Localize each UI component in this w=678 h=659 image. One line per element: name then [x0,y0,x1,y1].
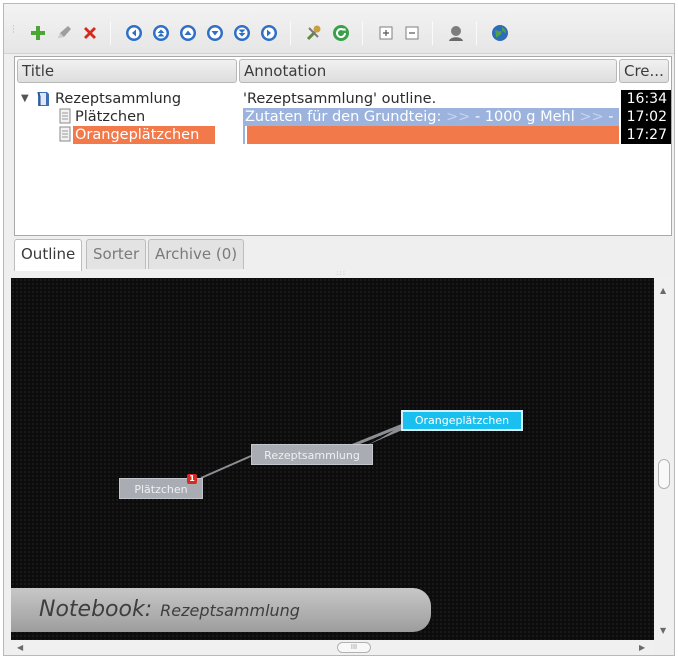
notebook-name: Rezeptsammlung [160,601,300,620]
tree-annotation: Zutaten für den Grundteig: >> - 1000 g M… [243,108,619,126]
annotation-cursor [243,126,245,144]
move-down-last-icon[interactable] [230,21,254,45]
notification-badge: 1 [187,474,197,484]
outline-tree[interactable]: Title Annotation Cre... ▼ Rezeptsammlung… [14,56,672,236]
tree-annotation: 'Rezeptsammlung' outline. [243,91,437,107]
annotation-text: - 1000 g Mehl [474,109,575,125]
scroll-right-arrow-icon[interactable]: ▶ [639,643,645,652]
tree-annotation[interactable] [247,126,619,144]
vertical-scroll-thumb[interactable] [658,459,670,489]
toolbar-separator [362,21,363,45]
tree-created: 17:02 [621,108,671,126]
annotation-text: Zutaten für den Grundteig: [245,109,442,125]
toolbar-separator [476,21,477,45]
delete-icon[interactable] [78,21,102,45]
horizontal-scroll-thumb[interactable]: III [337,642,371,653]
scroll-down-arrow-icon[interactable]: ▼ [660,626,666,635]
tree-title: Rezeptsammlung [55,91,182,107]
move-right-icon[interactable] [257,21,281,45]
app-window: · · · Title Annotation Cre... ▼ Rezeptsa… [3,3,675,656]
expand-icon[interactable] [374,21,398,45]
globe-icon[interactable] [488,21,512,45]
mindmap-node-orangeplaetzchen[interactable]: Orangeplätzchen [401,410,523,431]
move-up-first-icon[interactable] [149,21,173,45]
notebook-label: Notebook: [39,597,153,622]
tree-created: 17:27 [621,126,671,144]
move-down-icon[interactable] [203,21,227,45]
annotation-arrows: >> [579,109,604,125]
toolbar-separator [290,21,291,45]
refresh-icon[interactable] [329,21,353,45]
tab-sorter[interactable]: Sorter [86,239,147,269]
page-icon [59,108,73,126]
edit-icon[interactable] [52,21,76,45]
tab-outline[interactable]: Outline [14,239,83,271]
user-icon[interactable] [444,21,468,45]
column-header-created[interactable]: Cre... [619,59,669,83]
move-left-icon[interactable] [122,21,146,45]
toolbar: · · · [4,4,674,54]
column-header-annotation[interactable]: Annotation [239,59,617,83]
mindmap-canvas[interactable]: Orangeplätzchen Rezeptsammlung Plätzchen… [11,278,654,640]
expand-triangle-icon[interactable]: ▼ [21,90,33,108]
annotation-text: - [608,109,614,125]
mindmap-node-root[interactable]: Rezeptsammlung [251,444,373,465]
toolbar-separator [432,21,433,45]
collapse-icon[interactable] [400,21,424,45]
tree-created: 16:34 [621,90,671,108]
tab-archive[interactable]: Archive (0) [148,239,245,269]
annotation-arrows: >> [446,109,471,125]
tree-row[interactable]: Plätzchen Zutaten für den Grundteig: >> … [15,108,671,126]
notebook-banner: Notebook: Rezeptsammlung [11,588,431,632]
page-icon [59,126,73,144]
tree-row[interactable]: ▼ Rezeptsammlung 'Rezeptsammlung' outlin… [15,90,671,108]
column-header-title[interactable]: Title [17,59,237,83]
pane-splitter[interactable]: ::: [336,269,346,277]
horizontal-scrollbar[interactable]: ◀ III ▶ [11,640,654,655]
tree-title: Plätzchen [75,109,146,125]
tree-row-selected[interactable]: Orangeplätzchen 17:27 [15,126,671,144]
scroll-left-arrow-icon[interactable]: ◀ [17,643,23,652]
tools-icon[interactable] [302,21,326,45]
notebook-icon [35,90,53,108]
scroll-up-arrow-icon[interactable]: ▲ [660,286,666,295]
toolbar-separator [110,21,111,45]
tree-title: Orangeplätzchen [73,126,215,144]
vertical-scrollbar[interactable]: ▲ ▼ [654,278,674,640]
move-up-icon[interactable] [176,21,200,45]
toolbar-grip[interactable]: · · · [12,23,15,38]
add-icon[interactable] [26,21,50,45]
